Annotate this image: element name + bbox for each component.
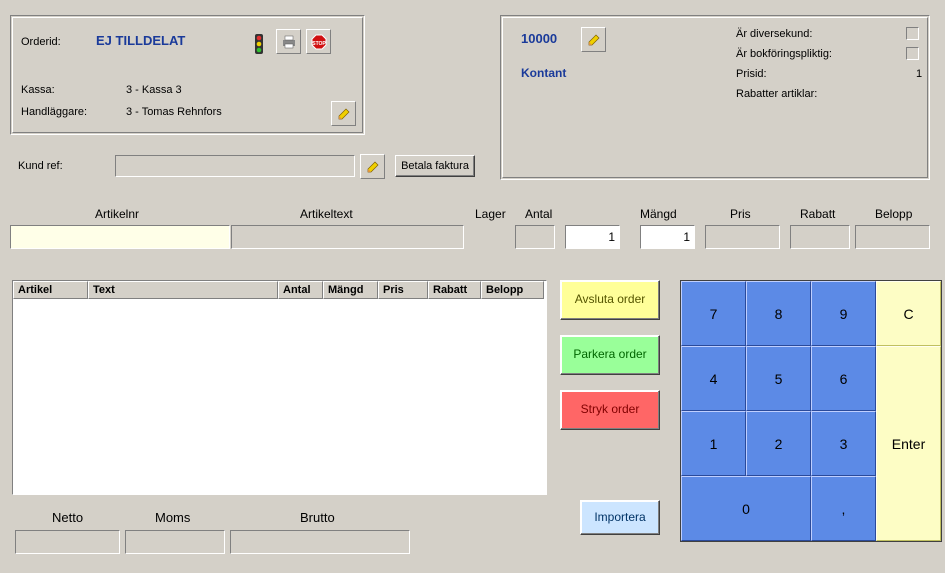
antal-wrap bbox=[565, 225, 620, 249]
keypad-1[interactable]: 1 bbox=[681, 411, 746, 476]
keypad-6[interactable]: 6 bbox=[811, 346, 876, 411]
avsluta-order-label: Avsluta order bbox=[575, 292, 645, 308]
keypad-5[interactable]: 5 bbox=[746, 346, 811, 411]
moms-label: Moms bbox=[155, 510, 190, 525]
col-mangd: Mängd bbox=[640, 207, 677, 221]
parkera-order-button[interactable]: Parkera order bbox=[560, 335, 660, 375]
traffic-light-icon[interactable] bbox=[246, 31, 271, 56]
grid-head-artikel[interactable]: Artikel bbox=[13, 281, 88, 299]
stryk-order-button[interactable]: Stryk order bbox=[560, 390, 660, 430]
line-items-grid[interactable]: Artikel Text Antal Mängd Pris Rabatt Bel… bbox=[12, 280, 547, 495]
orderid-value: EJ TILLDELAT bbox=[96, 33, 185, 48]
brutto-label: Brutto bbox=[300, 510, 335, 525]
moms-value bbox=[125, 530, 225, 554]
order-panel: Orderid: EJ TILLDELAT STOP Kassa: 3 - Ka… bbox=[10, 15, 365, 135]
belopp-wrap bbox=[855, 225, 930, 249]
stop-button[interactable]: STOP bbox=[306, 29, 331, 54]
diversekund-label: Är diversekund: bbox=[736, 28, 812, 40]
print-button[interactable] bbox=[276, 29, 301, 54]
svg-text:STOP: STOP bbox=[312, 41, 326, 47]
bokforings-label: Är bokföringspliktig: bbox=[736, 48, 832, 60]
handl-value: 3 - Tomas Rehnfors bbox=[126, 106, 222, 118]
artikelnr-input[interactable] bbox=[11, 226, 229, 248]
artikeltext-wrap bbox=[231, 225, 464, 249]
importera-label: Importera bbox=[594, 510, 645, 526]
edit-handler-button[interactable] bbox=[331, 101, 356, 126]
prisid-label: Prisid: bbox=[736, 68, 767, 80]
edit-customer-button[interactable] bbox=[581, 27, 606, 52]
mangd-wrap bbox=[640, 225, 695, 249]
kassa-label: Kassa: bbox=[21, 84, 55, 96]
antal-input[interactable] bbox=[566, 226, 619, 248]
kundref-input[interactable] bbox=[117, 157, 353, 175]
artikelnr-wrap bbox=[10, 225, 230, 249]
kundref-label: Kund ref: bbox=[18, 160, 63, 172]
col-antal: Antal bbox=[525, 207, 552, 221]
belopp-input[interactable] bbox=[856, 226, 929, 248]
lager-input[interactable] bbox=[516, 226, 554, 248]
lager-wrap bbox=[515, 225, 555, 249]
customer-code: 10000 bbox=[521, 31, 557, 46]
keypad: 7 8 9 C 4 5 6 Enter 1 2 3 0 , bbox=[680, 280, 942, 542]
importera-button[interactable]: Importera bbox=[580, 500, 660, 535]
keypad-0[interactable]: 0 bbox=[681, 476, 811, 541]
grid-head-rabatt[interactable]: Rabatt bbox=[428, 281, 481, 299]
rabatt-input[interactable] bbox=[791, 226, 849, 248]
grid-head-text[interactable]: Text bbox=[88, 281, 278, 299]
mangd-input[interactable] bbox=[641, 226, 694, 248]
pris-wrap bbox=[705, 225, 780, 249]
rabatt-artiklar-label: Rabatter artiklar: bbox=[736, 88, 817, 100]
keypad-3[interactable]: 3 bbox=[811, 411, 876, 476]
keypad-9[interactable]: 9 bbox=[811, 281, 876, 346]
keypad-enter[interactable]: Enter bbox=[876, 346, 941, 541]
col-pris: Pris bbox=[730, 207, 751, 221]
parkera-order-label: Parkera order bbox=[573, 347, 646, 363]
orderid-label: Orderid: bbox=[21, 36, 61, 48]
grid-head-mangd[interactable]: Mängd bbox=[323, 281, 378, 299]
betala-faktura-label: Betala faktura bbox=[401, 160, 469, 172]
artikeltext-input[interactable] bbox=[232, 226, 463, 248]
col-lager: Lager bbox=[475, 207, 506, 221]
grid-head-pris[interactable]: Pris bbox=[378, 281, 428, 299]
keypad-4[interactable]: 4 bbox=[681, 346, 746, 411]
kassa-value: 3 - Kassa 3 bbox=[126, 84, 182, 96]
edit-kundref-button[interactable] bbox=[360, 154, 385, 179]
col-belopp: Belopp bbox=[875, 207, 912, 221]
grid-head-antal[interactable]: Antal bbox=[278, 281, 323, 299]
col-artikeltext: Artikeltext bbox=[300, 207, 353, 221]
netto-value bbox=[15, 530, 120, 554]
kundref-field-wrap bbox=[115, 155, 355, 177]
col-rabatt: Rabatt bbox=[800, 207, 835, 221]
keypad-clear[interactable]: C bbox=[876, 281, 941, 346]
handl-label: Handläggare: bbox=[21, 106, 87, 118]
customer-name: Kontant bbox=[521, 66, 566, 80]
prisid-value: 1 bbox=[916, 68, 922, 80]
keypad-2[interactable]: 2 bbox=[746, 411, 811, 476]
diversekund-checkbox[interactable] bbox=[906, 27, 919, 40]
stryk-order-label: Stryk order bbox=[581, 402, 640, 418]
brutto-value bbox=[230, 530, 410, 554]
grid-head-belopp[interactable]: Belopp bbox=[481, 281, 544, 299]
keypad-comma[interactable]: , bbox=[811, 476, 876, 541]
rabatt-wrap bbox=[790, 225, 850, 249]
betala-faktura-button[interactable]: Betala faktura bbox=[395, 155, 475, 177]
bokforings-checkbox[interactable] bbox=[906, 47, 919, 60]
pris-input[interactable] bbox=[706, 226, 779, 248]
customer-panel: 10000 Kontant Är diversekund: Är bokföri… bbox=[500, 15, 930, 180]
col-artikelnr: Artikelnr bbox=[95, 207, 139, 221]
avsluta-order-button[interactable]: Avsluta order bbox=[560, 280, 660, 320]
keypad-8[interactable]: 8 bbox=[746, 281, 811, 346]
netto-label: Netto bbox=[52, 510, 83, 525]
keypad-7[interactable]: 7 bbox=[681, 281, 746, 346]
